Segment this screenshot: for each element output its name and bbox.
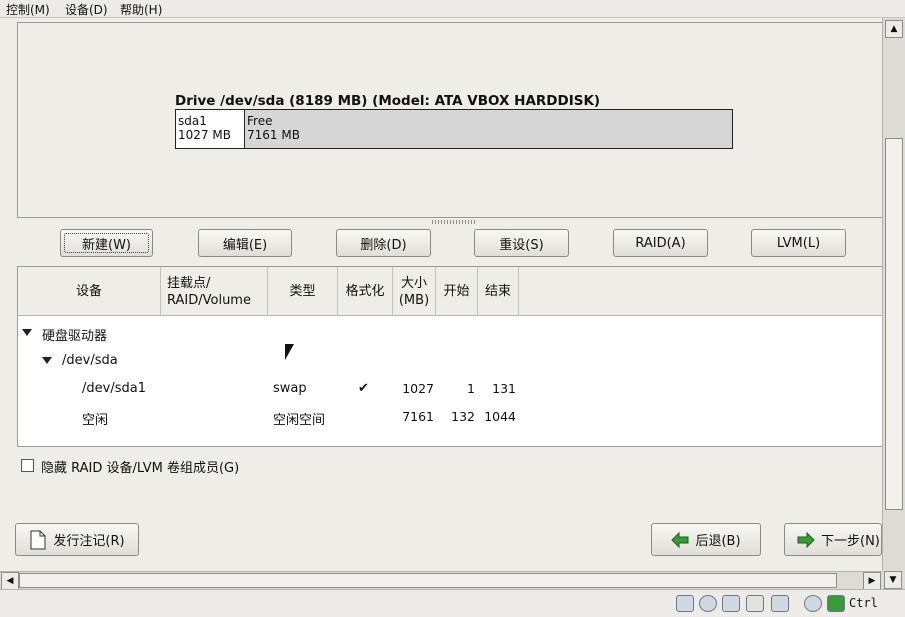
row-device: /dev/sda1	[82, 381, 146, 396]
shared-folder-icon[interactable]	[746, 595, 764, 612]
scroll-down-arrow-icon[interactable]: ▼	[884, 571, 902, 589]
column-header-end[interactable]: 结束	[478, 267, 519, 316]
table-row[interactable]: /dev/sda	[18, 347, 882, 375]
row-start: 1	[467, 381, 475, 396]
lvm-button-label: LVM(L)	[776, 235, 821, 251]
network-icon[interactable]	[722, 595, 740, 612]
mouse-pointer-icon	[285, 344, 294, 360]
row-type: 空闲空间	[273, 413, 326, 428]
release-notes-label: 发行注记(R)	[53, 534, 125, 549]
next-button[interactable]: 下一步(N)	[784, 523, 882, 556]
table-row[interactable]: 空闲 空闲空间 7161 132 1044	[18, 403, 882, 431]
column-header-format[interactable]: 格式化	[338, 267, 393, 316]
installer-window: Drive /dev/sda (8189 MB) (Model: ATA VBO…	[0, 18, 883, 571]
new-button-label: 新建(W)	[82, 237, 131, 253]
delete-button[interactable]: 删除(D)	[336, 229, 431, 257]
arrow-left-icon	[671, 531, 689, 548]
column-header-size[interactable]: 大小 (MB)	[393, 267, 436, 316]
segment-name: Free	[247, 114, 273, 128]
table-row[interactable]: /dev/sda1 swap ✔ 1027 1 131	[18, 375, 882, 403]
table-row[interactable]: 硬盘驱动器	[18, 319, 882, 347]
partition-table: 设备 挂载点/RAID/Volume 类型 格式化 大小 (MB) 开始 结束 硬…	[17, 266, 883, 447]
raid-button-label: RAID(A)	[635, 235, 686, 251]
next-label: 下一步(N)	[821, 534, 880, 549]
hide-raid-checkbox[interactable]	[21, 459, 34, 472]
vertical-scrollbar[interactable]: ▲	[882, 18, 905, 571]
row-end: 1044	[484, 409, 516, 424]
scroll-right-arrow-icon[interactable]: ▶	[863, 572, 881, 590]
back-button[interactable]: 后退(B)	[651, 523, 761, 556]
row-device: 硬盘驱动器	[42, 329, 108, 344]
new-button[interactable]: 新建(W)	[60, 229, 153, 257]
row-format-check-icon: ✔	[358, 381, 369, 396]
row-start: 132	[451, 409, 475, 424]
row-type: swap	[273, 381, 307, 396]
vertical-scroll-thumb[interactable]	[885, 138, 903, 510]
pane-resize-grip[interactable]	[432, 220, 476, 224]
column-header-mount[interactable]: 挂载点/RAID/Volume	[161, 267, 268, 316]
scroll-up-arrow-icon[interactable]: ▲	[885, 20, 903, 38]
back-label: 后退(B)	[695, 534, 741, 549]
column-header-device[interactable]: 设备	[18, 267, 161, 316]
edit-button-label: 编辑(E)	[222, 237, 268, 253]
display-icon[interactable]	[771, 595, 789, 612]
host-key-label: Ctrl	[849, 596, 878, 610]
release-notes-button[interactable]: 发行注记(R)	[15, 523, 139, 556]
partition-segment-sda1[interactable]: sda1 1027 MB	[176, 110, 245, 148]
scrollbar-corner: ▼	[882, 571, 905, 589]
document-icon	[30, 530, 46, 549]
column-header-start[interactable]: 开始	[436, 267, 478, 316]
row-device: /dev/sda	[62, 353, 118, 368]
row-device: 空闲	[82, 413, 109, 428]
host-menubar: 控制(M) 设备(D) 帮助(H)	[0, 0, 905, 18]
hard-disk-icon[interactable]	[676, 595, 694, 612]
menu-devices[interactable]: 设备(D)	[65, 1, 108, 18]
row-end: 131	[492, 381, 516, 396]
partition-segment-free[interactable]: Free 7161 MB	[245, 110, 732, 148]
menu-help[interactable]: 帮助(H)	[120, 1, 162, 18]
segment-size: 1027 MB	[178, 128, 231, 142]
segment-name: sda1	[178, 114, 207, 128]
delete-button-label: 删除(D)	[360, 237, 407, 253]
reset-button[interactable]: 重设(S)	[474, 229, 569, 257]
raid-button[interactable]: RAID(A)	[613, 229, 708, 257]
optical-drive-icon[interactable]	[699, 595, 717, 612]
table-header: 设备 挂载点/RAID/Volume 类型 格式化 大小 (MB) 开始 结束	[18, 267, 882, 316]
row-size: 1027	[402, 381, 434, 396]
drive-title: Drive /dev/sda (8189 MB) (Model: ATA VBO…	[175, 93, 601, 109]
expander-triangle-icon[interactable]	[22, 329, 32, 336]
column-header-type[interactable]: 类型	[268, 267, 338, 316]
segment-size: 7161 MB	[247, 128, 300, 142]
lvm-button[interactable]: LVM(L)	[751, 229, 846, 257]
host-status-bar: Ctrl	[0, 589, 905, 617]
host-key-arrow-icon[interactable]	[827, 595, 845, 612]
hide-raid-label: 隐藏 RAID 设备/LVM 卷组成员(G)	[41, 461, 240, 476]
arrow-right-icon	[797, 531, 815, 548]
mouse-integration-icon[interactable]	[804, 595, 822, 612]
scroll-left-arrow-icon[interactable]: ◀	[1, 572, 19, 590]
reset-button-label: 重设(S)	[499, 237, 544, 253]
drive-partition-bar: sda1 1027 MB Free 7161 MB	[175, 109, 733, 149]
menu-control[interactable]: 控制(M)	[6, 1, 50, 18]
edit-button[interactable]: 编辑(E)	[198, 229, 292, 257]
expander-triangle-icon[interactable]	[42, 357, 52, 364]
horizontal-scroll-thumb[interactable]	[19, 573, 837, 588]
row-size: 7161	[402, 409, 434, 424]
horizontal-scrollbar[interactable]: ◀ ▶	[0, 571, 882, 590]
drive-panel: Drive /dev/sda (8189 MB) (Model: ATA VBO…	[17, 22, 883, 218]
